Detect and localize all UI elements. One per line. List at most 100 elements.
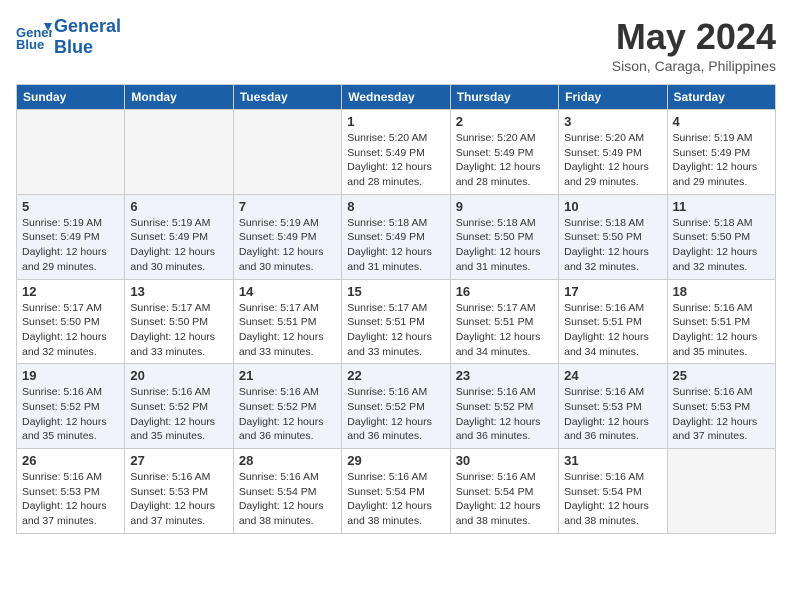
day-info: Sunrise: 5:16 AMSunset: 5:52 PMDaylight:… <box>22 385 119 444</box>
calendar-day-cell: 29 Sunrise: 5:16 AMSunset: 5:54 PMDayligh… <box>342 449 450 534</box>
day-number: 29 <box>347 453 444 468</box>
day-info: Sunrise: 5:18 AMSunset: 5:50 PMDaylight:… <box>673 216 770 275</box>
day-info: Sunrise: 5:18 AMSunset: 5:50 PMDaylight:… <box>456 216 553 275</box>
weekday-header: Wednesday <box>342 85 450 110</box>
calendar-day-cell <box>233 110 341 195</box>
calendar-day-cell: 30 Sunrise: 5:16 AMSunset: 5:54 PMDayligh… <box>450 449 558 534</box>
day-info: Sunrise: 5:17 AMSunset: 5:51 PMDaylight:… <box>456 301 553 360</box>
calendar-day-cell: 7 Sunrise: 5:19 AMSunset: 5:49 PMDaylight… <box>233 194 341 279</box>
calendar-day-cell: 10 Sunrise: 5:18 AMSunset: 5:50 PMDayligh… <box>559 194 667 279</box>
weekday-header: Friday <box>559 85 667 110</box>
day-info: Sunrise: 5:16 AMSunset: 5:53 PMDaylight:… <box>564 385 661 444</box>
calendar-day-cell: 8Sunrise: 5:18 AMSunset: 5:49 PMDaylight… <box>342 194 450 279</box>
day-info: Sunrise: 5:19 AMSunset: 5:49 PMDaylight:… <box>130 216 227 275</box>
day-number: 19 <box>22 368 119 383</box>
calendar-day-cell: 28Sunrise: 5:16 AMSunset: 5:54 PMDayligh… <box>233 449 341 534</box>
page-header: General Blue GeneralBlue May 2024 Sison,… <box>16 16 776 74</box>
day-info: Sunrise: 5:16 AMSunset: 5:53 PMDaylight:… <box>130 470 227 529</box>
calendar-day-cell: 23 Sunrise: 5:16 AMSunset: 5:52 PMDayligh… <box>450 364 558 449</box>
day-info: Sunrise: 5:16 AMSunset: 5:53 PMDaylight:… <box>22 470 119 529</box>
day-number: 4 <box>673 114 770 129</box>
day-info: Sunrise: 5:16 AMSunset: 5:52 PMDaylight:… <box>130 385 227 444</box>
day-number: 13 <box>130 284 227 299</box>
calendar-day-cell: 21 Sunrise: 5:16 AMSunset: 5:52 PMDayligh… <box>233 364 341 449</box>
calendar-day-cell: 12Sunrise: 5:17 AMSunset: 5:50 PMDayligh… <box>17 279 125 364</box>
day-number: 15 <box>347 284 444 299</box>
calendar-day-cell: 15 Sunrise: 5:17 AMSunset: 5:51 PMDayligh… <box>342 279 450 364</box>
day-info: Sunrise: 5:19 AMSunset: 5:49 PMDaylight:… <box>673 131 770 190</box>
calendar-week-row: 5 Sunrise: 5:19 AMSunset: 5:49 PMDaylight… <box>17 194 776 279</box>
weekday-header: Thursday <box>450 85 558 110</box>
day-info: Sunrise: 5:16 AMSunset: 5:51 PMDaylight:… <box>564 301 661 360</box>
calendar-day-cell: 19 Sunrise: 5:16 AMSunset: 5:52 PMDayligh… <box>17 364 125 449</box>
day-info: Sunrise: 5:16 AMSunset: 5:54 PMDaylight:… <box>564 470 661 529</box>
day-info: Sunrise: 5:19 AMSunset: 5:49 PMDaylight:… <box>22 216 119 275</box>
day-number: 23 <box>456 368 553 383</box>
title-block: May 2024 Sison, Caraga, Philippines <box>612 16 776 74</box>
day-info: Sunrise: 5:16 AMSunset: 5:54 PMDaylight:… <box>347 470 444 529</box>
weekday-header: Saturday <box>667 85 775 110</box>
weekday-header-row: SundayMondayTuesdayWednesdayThursdayFrid… <box>17 85 776 110</box>
day-info: Sunrise: 5:17 AMSunset: 5:51 PMDaylight:… <box>239 301 336 360</box>
calendar-table: SundayMondayTuesdayWednesdayThursdayFrid… <box>16 84 776 534</box>
calendar-day-cell: 13 Sunrise: 5:17 AMSunset: 5:50 PMDayligh… <box>125 279 233 364</box>
calendar-day-cell: 4 Sunrise: 5:19 AMSunset: 5:49 PMDaylight… <box>667 110 775 195</box>
day-info: Sunrise: 5:16 AMSunset: 5:54 PMDaylight:… <box>456 470 553 529</box>
calendar-day-cell: 5 Sunrise: 5:19 AMSunset: 5:49 PMDaylight… <box>17 194 125 279</box>
day-number: 18 <box>673 284 770 299</box>
calendar-day-cell <box>667 449 775 534</box>
calendar-week-row: 26 Sunrise: 5:16 AMSunset: 5:53 PMDayligh… <box>17 449 776 534</box>
day-info: Sunrise: 5:16 AMSunset: 5:53 PMDaylight:… <box>673 385 770 444</box>
day-info: Sunrise: 5:16 AMSunset: 5:52 PMDaylight:… <box>456 385 553 444</box>
day-number: 6 <box>130 199 227 214</box>
calendar-day-cell: 6 Sunrise: 5:19 AMSunset: 5:49 PMDaylight… <box>125 194 233 279</box>
day-number: 14 <box>239 284 336 299</box>
day-info: Sunrise: 5:17 AMSunset: 5:50 PMDaylight:… <box>22 301 119 360</box>
day-info: Sunrise: 5:17 AMSunset: 5:50 PMDaylight:… <box>130 301 227 360</box>
day-info: Sunrise: 5:16 AMSunset: 5:52 PMDaylight:… <box>239 385 336 444</box>
calendar-day-cell: 27 Sunrise: 5:16 AMSunset: 5:53 PMDayligh… <box>125 449 233 534</box>
calendar-day-cell: 1 Sunrise: 5:20 AMSunset: 5:49 PMDaylight… <box>342 110 450 195</box>
day-number: 5 <box>22 199 119 214</box>
day-info: Sunrise: 5:17 AMSunset: 5:51 PMDaylight:… <box>347 301 444 360</box>
day-info: Sunrise: 5:19 AMSunset: 5:49 PMDaylight:… <box>239 216 336 275</box>
weekday-header: Monday <box>125 85 233 110</box>
day-number: 26 <box>22 453 119 468</box>
day-info: Sunrise: 5:18 AMSunset: 5:50 PMDaylight:… <box>564 216 661 275</box>
weekday-header: Sunday <box>17 85 125 110</box>
svg-text:Blue: Blue <box>16 37 44 52</box>
logo-name: GeneralBlue <box>54 16 121 58</box>
logo: General Blue GeneralBlue <box>16 16 121 58</box>
calendar-day-cell: 22Sunrise: 5:16 AMSunset: 5:52 PMDayligh… <box>342 364 450 449</box>
calendar-day-cell <box>125 110 233 195</box>
day-info: Sunrise: 5:18 AMSunset: 5:49 PMDaylight:… <box>347 216 444 275</box>
day-number: 30 <box>456 453 553 468</box>
calendar-day-cell: 16Sunrise: 5:17 AMSunset: 5:51 PMDayligh… <box>450 279 558 364</box>
day-info: Sunrise: 5:16 AMSunset: 5:52 PMDaylight:… <box>347 385 444 444</box>
day-number: 31 <box>564 453 661 468</box>
calendar-week-row: 12Sunrise: 5:17 AMSunset: 5:50 PMDayligh… <box>17 279 776 364</box>
day-number: 28 <box>239 453 336 468</box>
day-info: Sunrise: 5:16 AMSunset: 5:51 PMDaylight:… <box>673 301 770 360</box>
day-number: 7 <box>239 199 336 214</box>
day-number: 21 <box>239 368 336 383</box>
calendar-day-cell: 2Sunrise: 5:20 AMSunset: 5:49 PMDaylight… <box>450 110 558 195</box>
day-number: 25 <box>673 368 770 383</box>
day-info: Sunrise: 5:20 AMSunset: 5:49 PMDaylight:… <box>347 131 444 190</box>
day-number: 1 <box>347 114 444 129</box>
calendar-day-cell: 31 Sunrise: 5:16 AMSunset: 5:54 PMDayligh… <box>559 449 667 534</box>
day-number: 20 <box>130 368 227 383</box>
month-title: May 2024 <box>612 16 776 58</box>
day-number: 11 <box>673 199 770 214</box>
day-number: 10 <box>564 199 661 214</box>
calendar-day-cell: 14 Sunrise: 5:17 AMSunset: 5:51 PMDayligh… <box>233 279 341 364</box>
location: Sison, Caraga, Philippines <box>612 58 776 74</box>
calendar-day-cell: 11 Sunrise: 5:18 AMSunset: 5:50 PMDayligh… <box>667 194 775 279</box>
calendar-day-cell: 18 Sunrise: 5:16 AMSunset: 5:51 PMDayligh… <box>667 279 775 364</box>
day-number: 27 <box>130 453 227 468</box>
calendar-week-row: 19 Sunrise: 5:16 AMSunset: 5:52 PMDayligh… <box>17 364 776 449</box>
calendar-day-cell: 24Sunrise: 5:16 AMSunset: 5:53 PMDayligh… <box>559 364 667 449</box>
calendar-day-cell <box>17 110 125 195</box>
day-info: Sunrise: 5:20 AMSunset: 5:49 PMDaylight:… <box>456 131 553 190</box>
calendar-day-cell: 20 Sunrise: 5:16 AMSunset: 5:52 PMDayligh… <box>125 364 233 449</box>
